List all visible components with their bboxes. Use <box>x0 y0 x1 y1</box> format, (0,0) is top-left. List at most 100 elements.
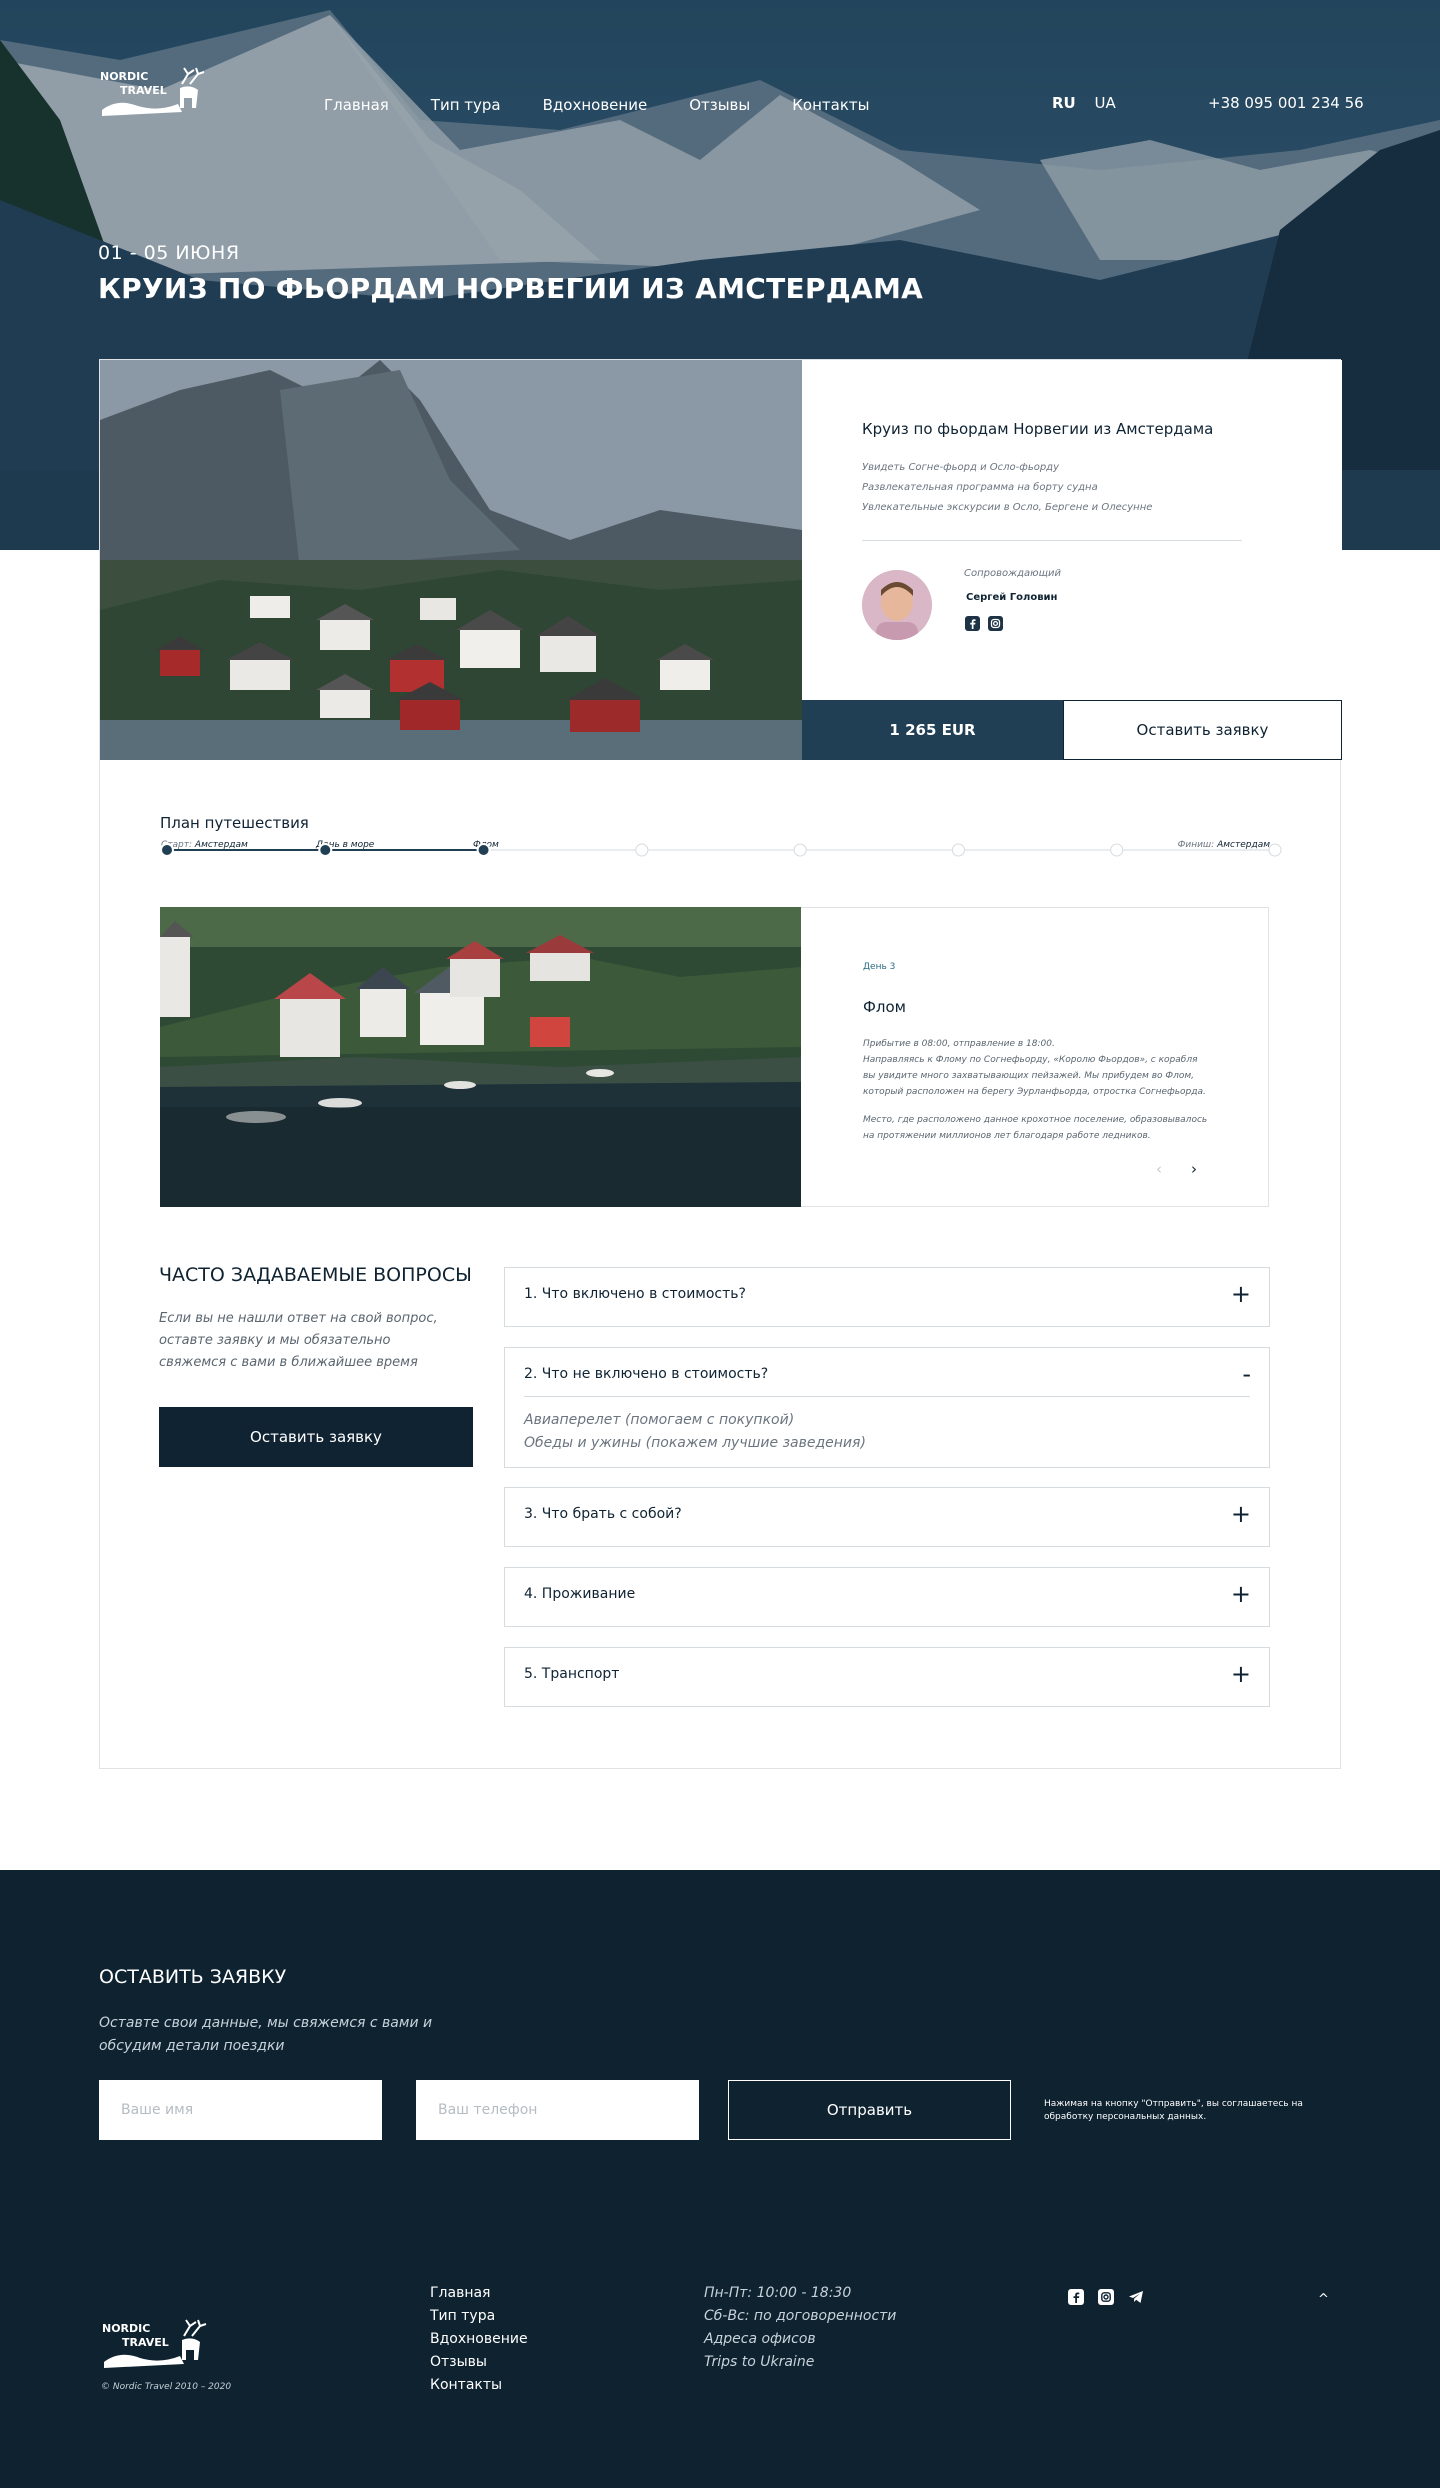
travel-plan-title: План путешествия <box>160 814 309 832</box>
divider <box>524 1396 1250 1397</box>
travel-plan-progress <box>160 843 1282 857</box>
faq-question: 4. Проживание <box>524 1586 636 1602</box>
working-hours-weekdays: Пн-Пт: 10:00 - 18:30 <box>704 2285 852 2301</box>
plus-icon[interactable]: + <box>1231 1580 1251 1608</box>
plan-stop-dot[interactable] <box>1268 843 1282 857</box>
nordic-travel-logo[interactable]: NORDIC TRAVEL <box>100 2318 212 2374</box>
footer-social <box>1068 2289 1144 2305</box>
guide-role: Сопровождающий <box>964 568 1062 579</box>
name-input[interactable] <box>99 2080 382 2140</box>
day-description: Прибытие в 08:00, отправление в 18:00. Н… <box>863 1036 1223 1100</box>
nordic-travel-logo[interactable]: NORDIC TRAVEL <box>98 66 210 122</box>
faq-note: Если вы не нашли ответ на свой вопрос, о… <box>159 1311 438 1370</box>
footer-nav-contacts[interactable]: Контакты <box>430 2374 528 2397</box>
trips-to-ukraine-link[interactable]: Trips to Ukraine <box>704 2351 896 2374</box>
faq-question: 3. Что брать с собой? <box>524 1506 682 1522</box>
plan-stop-dot[interactable] <box>793 843 807 857</box>
svg-text:TRAVEL: TRAVEL <box>120 84 167 97</box>
plan-stop-dot[interactable] <box>1110 843 1124 857</box>
svg-text:NORDIC: NORDIC <box>102 2322 150 2335</box>
footer-nav-inspiration[interactable]: Вдохновение <box>430 2328 528 2351</box>
plus-icon[interactable]: + <box>1231 1660 1251 1688</box>
day-text-line: который расположен на берегу Эурланфьорд… <box>863 1087 1206 1097</box>
plus-icon[interactable]: + <box>1231 1280 1251 1308</box>
faq-answer: Авиаперелет (помогаем с покупкой) <box>524 1412 795 1428</box>
tour-summary: Круиз по фьордам Норвегии из Амстердама … <box>802 360 1342 700</box>
instagram-icon[interactable] <box>988 616 1003 631</box>
day-text-line: на протяжении миллионов лет благодаря ра… <box>863 1131 1151 1141</box>
working-hours-weekend: Сб-Вс: по договоренности <box>704 2308 897 2324</box>
phone-input[interactable] <box>416 2080 699 2140</box>
instagram-icon[interactable] <box>1098 2289 1114 2305</box>
plan-stop-dot[interactable] <box>476 843 491 857</box>
tour-price: 1 265 EUR <box>802 700 1063 760</box>
day-photo <box>160 907 801 1207</box>
request-form-title: ОСТАВИТЬ ЗАЯВКУ <box>99 1966 287 1988</box>
faq-item[interactable]: 1. Что включено в стоимость? + <box>504 1267 1270 1327</box>
faq-item[interactable]: 3. Что брать с собой? + <box>504 1487 1270 1547</box>
day-text-line: Место, где расположено данное крохотное … <box>863 1115 1208 1125</box>
nav-reviews[interactable]: Отзывы <box>689 96 750 114</box>
plan-stop-dot[interactable] <box>318 843 333 857</box>
facebook-icon[interactable] <box>965 616 980 631</box>
nav-home[interactable]: Главная <box>324 96 389 114</box>
telegram-icon[interactable] <box>1128 2289 1144 2305</box>
scroll-up-icon[interactable]: ^ <box>1318 2292 1329 2307</box>
chevron-left-icon[interactable]: ‹ <box>1156 1160 1162 1178</box>
footer-nav-reviews[interactable]: Отзывы <box>430 2351 528 2374</box>
footer: ОСТАВИТЬ ЗАЯВКУ Оставте свои данные, мы … <box>0 1870 1440 2488</box>
tour-card: Круиз по фьордам Норвегии из Амстердама … <box>99 359 1342 1769</box>
tour-feature: Увлекательные экскурсии в Осло, Бергене … <box>862 502 1153 513</box>
day-number: День 3 <box>863 962 896 972</box>
office-addresses-link[interactable]: Адреса офисов <box>704 2328 896 2351</box>
faq-question: 2. Что не включено в стоимость? <box>524 1366 769 1382</box>
guide-avatar <box>862 570 932 640</box>
tour-photo <box>100 360 802 760</box>
lang-ru[interactable]: RU <box>1052 94 1076 112</box>
svg-text:NORDIC: NORDIC <box>100 70 148 83</box>
send-button[interactable]: Отправить <box>728 2080 1011 2140</box>
tour-dates: 01 - 05 ИЮНЯ <box>98 242 240 264</box>
copyright: © Nordic Travel 2010 – 2020 <box>101 2382 232 2392</box>
faq-answer: Обеды и ужины (покажем лучшие заведения) <box>524 1435 866 1451</box>
guide-name: Сергей Головин <box>966 592 1058 603</box>
day-text-line: Направляясь к Флому по Согнефьорду, «Кор… <box>863 1055 1198 1065</box>
faq-title: ЧАСТО ЗАДАВАЕМЫЕ ВОПРОСЫ <box>159 1264 472 1286</box>
day-title: Флом <box>863 998 906 1016</box>
chevron-right-icon[interactable]: › <box>1191 1160 1197 1178</box>
plan-stop-dot[interactable] <box>951 843 965 857</box>
faq-item-expanded[interactable]: 2. Что не включено в стоимость? - Авиапе… <box>504 1347 1270 1468</box>
apply-button[interactable]: Оставить заявку <box>1063 700 1342 760</box>
faq-item[interactable]: 4. Проживание + <box>504 1567 1270 1627</box>
day-text-line: Прибытие в 08:00, отправление в 18:00. <box>863 1039 1055 1049</box>
consent-text: Нажимая на кнопку "Отправить", вы соглаш… <box>1044 2099 1303 2122</box>
guide-social <box>965 616 1003 631</box>
lang-ua[interactable]: UA <box>1095 94 1116 112</box>
minus-icon[interactable]: - <box>1242 1360 1251 1388</box>
day-details: День 3 Флом Прибытие в 08:00, отправлени… <box>801 907 1269 1207</box>
tour-feature: Увидеть Согне-фьорд и Осло-фьорду <box>862 462 1060 473</box>
faq-apply-button[interactable]: Оставить заявку <box>159 1407 473 1467</box>
plus-icon[interactable]: + <box>1231 1500 1251 1528</box>
plan-stop-dot[interactable] <box>160 843 174 857</box>
tour-feature: Развлекательная программа на борту судна <box>862 482 1098 493</box>
tour-summary-title: Круиз по фьордам Норвегии из Амстердама <box>862 420 1214 438</box>
facebook-icon[interactable] <box>1068 2289 1084 2305</box>
footer-nav-home[interactable]: Главная <box>430 2282 528 2305</box>
faq-question: 1. Что включено в стоимость? <box>524 1286 746 1302</box>
day-text-line: вы увидите много захватывающих пейзажей.… <box>863 1071 1195 1081</box>
nav-contacts[interactable]: Контакты <box>792 96 869 114</box>
plan-stop-dot[interactable] <box>635 843 649 857</box>
faq-question: 5. Транспорт <box>524 1666 620 1682</box>
main-nav: Главная Тип тура Вдохновение Отзывы Конт… <box>324 96 911 114</box>
footer-nav-tour-type[interactable]: Тип тура <box>430 2305 528 2328</box>
nav-inspiration[interactable]: Вдохновение <box>543 96 648 114</box>
nav-tour-type[interactable]: Тип тура <box>431 96 501 114</box>
day-description-2: Место, где расположено данное крохотное … <box>863 1112 1223 1144</box>
language-switcher: RU UA <box>1052 94 1130 112</box>
header-phone[interactable]: +38 095 001 234 56 <box>1208 94 1364 112</box>
page-title: КРУИЗ ПО ФЬОРДАМ НОРВЕГИИ ИЗ АМСТЕРДАМА <box>98 272 924 305</box>
footer-nav: Главная Тип тура Вдохновение Отзывы Конт… <box>430 2282 528 2397</box>
divider <box>862 540 1242 541</box>
faq-item[interactable]: 5. Транспорт + <box>504 1647 1270 1707</box>
